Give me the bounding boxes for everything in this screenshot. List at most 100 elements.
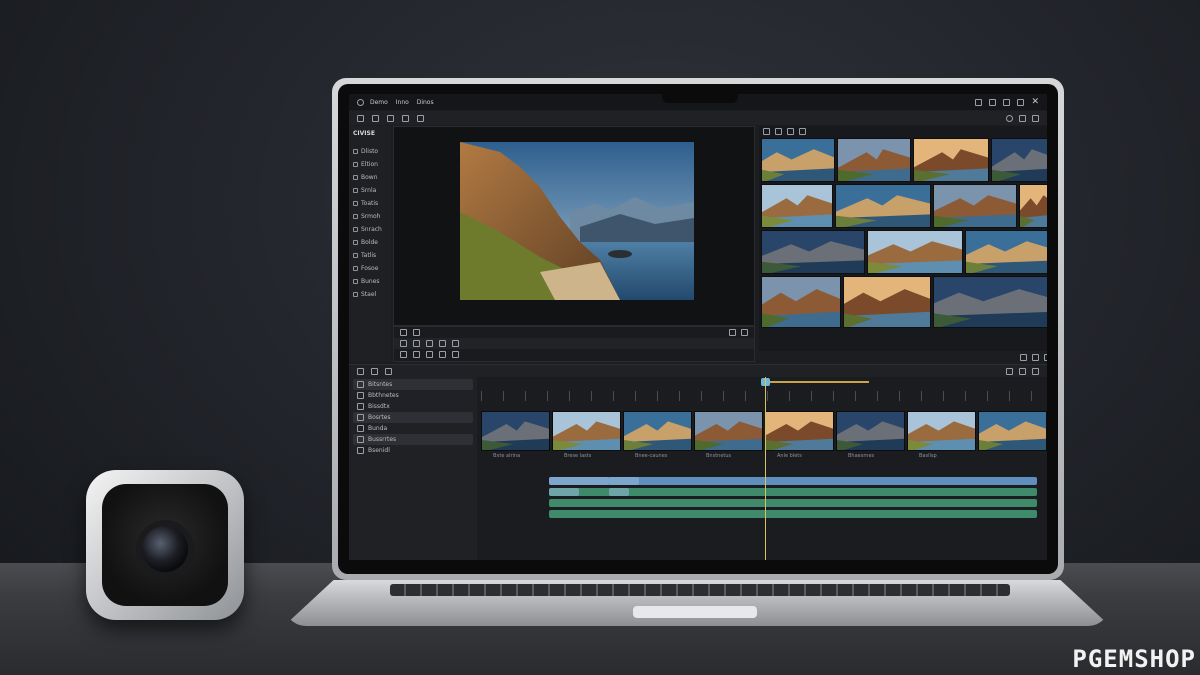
media-thumbnail[interactable] — [761, 230, 865, 274]
link-icon[interactable] — [385, 367, 392, 375]
menu-item[interactable]: Dinos — [417, 99, 434, 106]
restore-icon[interactable] — [989, 98, 997, 106]
video-clip[interactable] — [907, 411, 976, 451]
media-thumbnail[interactable] — [965, 230, 1047, 274]
video-clip[interactable] — [623, 411, 692, 451]
audio-track-lane[interactable] — [549, 510, 1037, 518]
export-icon[interactable] — [1032, 114, 1039, 122]
sidebar-item[interactable]: Stael — [353, 288, 387, 301]
zoom-in-icon[interactable] — [1032, 353, 1039, 361]
timeline-track[interactable]: Bunda — [353, 423, 473, 434]
timeline-track[interactable]: Bsenidl — [353, 445, 473, 456]
snap-icon[interactable] — [452, 340, 459, 347]
skip-forward-icon[interactable] — [452, 351, 459, 358]
trim-icon[interactable] — [439, 340, 446, 347]
layout-icon[interactable] — [1017, 98, 1025, 106]
playhead[interactable] — [765, 377, 766, 560]
media-thumbnail[interactable] — [933, 276, 1047, 328]
tool-icon[interactable] — [402, 114, 409, 122]
media-thumbnail[interactable] — [913, 138, 989, 182]
sidebar-item[interactable]: Eltion — [353, 158, 387, 171]
maximize-icon[interactable] — [1003, 98, 1011, 106]
timeline-track[interactable]: Bosrtes — [353, 412, 473, 423]
play-icon[interactable] — [426, 351, 433, 358]
media-thumbnail[interactable] — [991, 138, 1047, 182]
menu-item[interactable]: Demo — [370, 99, 388, 106]
media-icon[interactable] — [372, 114, 379, 122]
media-thumbnail[interactable] — [761, 276, 841, 328]
zoom-icon[interactable] — [729, 329, 736, 336]
mark-out-icon[interactable] — [413, 340, 420, 347]
timeline-track[interactable]: Bbthnetes — [353, 390, 473, 401]
video-clip[interactable] — [694, 411, 763, 451]
media-thumbnail[interactable] — [1019, 184, 1047, 228]
sidebar-item[interactable]: Srmoh — [353, 210, 387, 223]
grid-view-icon[interactable] — [763, 128, 770, 135]
media-thumbnail[interactable] — [867, 230, 963, 274]
minimize-icon[interactable] — [975, 98, 983, 106]
fullscreen-icon[interactable] — [741, 329, 748, 336]
tool-icon[interactable] — [417, 114, 424, 122]
sidebar-item[interactable]: Bown — [353, 171, 387, 184]
clip-label: Anle blets — [777, 453, 802, 459]
filter-icon[interactable] — [787, 128, 794, 135]
time-ruler[interactable] — [481, 391, 1047, 401]
mark-in-icon[interactable] — [400, 340, 407, 347]
video-clip[interactable] — [552, 411, 621, 451]
timeline-track[interactable]: Bissdtx — [353, 401, 473, 412]
media-thumbnail[interactable] — [843, 276, 931, 328]
play-icon[interactable] — [400, 329, 407, 336]
sidebar-item-label: Bolde — [361, 239, 378, 246]
media-thumbnail[interactable] — [761, 184, 833, 228]
in-out-range[interactable] — [769, 381, 869, 383]
webcam — [86, 470, 244, 620]
skip-back-icon[interactable] — [400, 351, 407, 358]
tool-icon[interactable] — [387, 114, 394, 122]
timeline-track[interactable]: Bussrrtes — [353, 434, 473, 445]
settings-icon[interactable] — [1044, 353, 1047, 361]
media-thumbnail[interactable] — [835, 184, 931, 228]
sidebar-item[interactable]: Bunes — [353, 275, 387, 288]
cut-icon[interactable] — [426, 340, 433, 347]
select-tool-icon[interactable] — [357, 367, 364, 375]
clip-segment[interactable] — [609, 488, 629, 496]
media-thumbnail[interactable] — [837, 138, 911, 182]
sidebar-item-label: Snrach — [361, 226, 382, 233]
sidebar-item[interactable]: Srnla — [353, 184, 387, 197]
settings-icon[interactable] — [1019, 114, 1026, 122]
sidebar-item[interactable]: Dlisto — [353, 145, 387, 158]
clip-segment[interactable] — [549, 477, 609, 485]
media-thumbnail[interactable] — [933, 184, 1017, 228]
close-icon[interactable]: ✕ — [1031, 97, 1039, 106]
sort-icon[interactable] — [799, 128, 806, 135]
loop-icon[interactable] — [413, 329, 420, 336]
zoom-icon[interactable] — [1032, 367, 1039, 375]
video-clip[interactable] — [836, 411, 905, 451]
search-icon[interactable] — [1006, 114, 1013, 122]
forward-icon[interactable] — [439, 351, 446, 358]
timeline-track[interactable]: Bitsntes — [353, 379, 473, 390]
rewind-icon[interactable] — [413, 351, 420, 358]
clip-segment[interactable] — [549, 488, 579, 496]
video-clip[interactable] — [978, 411, 1047, 451]
sidebar-item[interactable]: Bolde — [353, 236, 387, 249]
magnet-icon[interactable] — [1006, 367, 1013, 375]
zoom-out-icon[interactable] — [1020, 353, 1027, 361]
video-clip[interactable] — [765, 411, 834, 451]
audio-icon[interactable] — [1019, 367, 1026, 375]
video-clip[interactable] — [481, 411, 550, 451]
track-icon — [357, 392, 364, 399]
sidebar-item[interactable]: Tatlis — [353, 249, 387, 262]
import-icon[interactable] — [357, 114, 364, 122]
list-view-icon[interactable] — [775, 128, 782, 135]
sidebar-item[interactable]: Fosoe — [353, 262, 387, 275]
audio-track-lane[interactable] — [549, 499, 1037, 507]
transport-row — [394, 349, 754, 360]
sidebar-item[interactable]: Toatis — [353, 197, 387, 210]
keyboard — [390, 584, 1010, 596]
clip-segment[interactable] — [609, 477, 639, 485]
menu-item[interactable]: Inno — [396, 99, 409, 106]
sidebar-item[interactable]: Snrach — [353, 223, 387, 236]
blade-tool-icon[interactable] — [371, 367, 378, 375]
media-thumbnail[interactable] — [761, 138, 835, 182]
